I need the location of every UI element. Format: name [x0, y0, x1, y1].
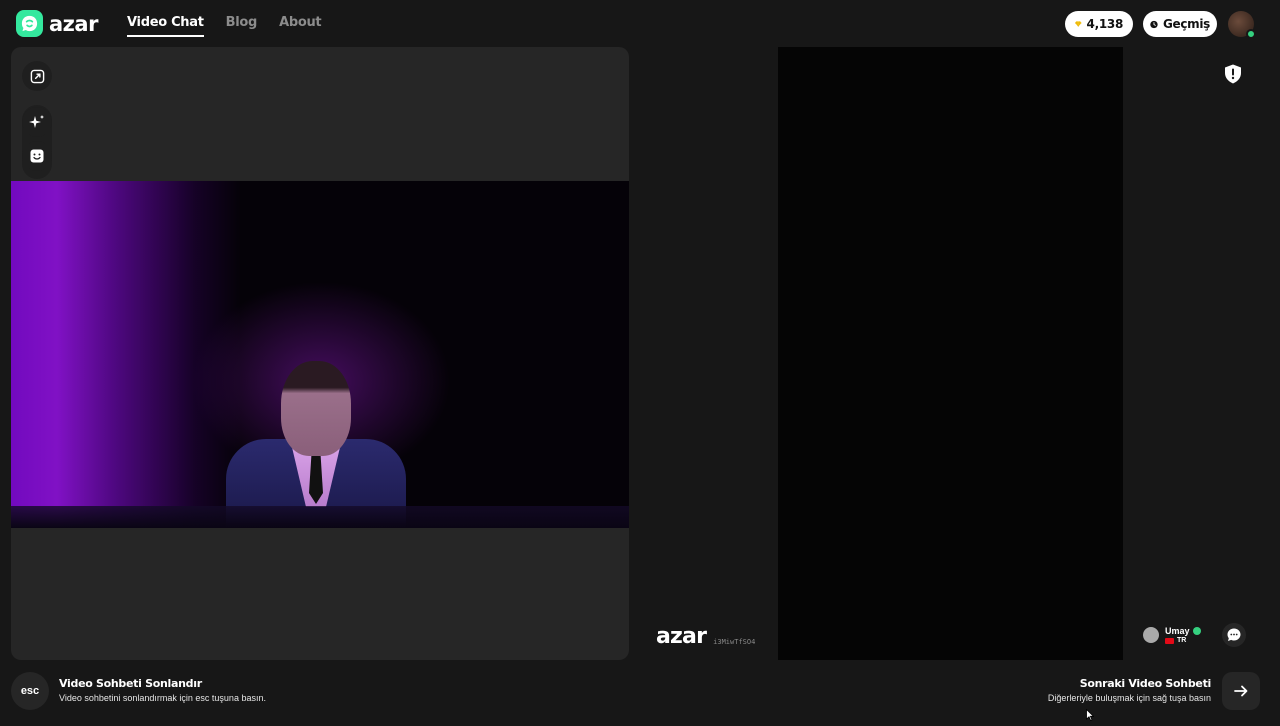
main-nav: Video Chat Blog About — [127, 15, 322, 37]
top-bar: azar Video Chat Blog About 4,138 Geçmiş — [0, 0, 1280, 47]
stickers-button[interactable] — [22, 141, 52, 171]
remote-watermark-logo: azar — [656, 624, 707, 649]
partner-name: Umay — [1165, 626, 1190, 636]
partner-country: TR — [1177, 637, 1187, 644]
clock-icon — [1150, 20, 1158, 28]
end-chat-hint: Video Sohbeti Sonlandır Video sohbetini … — [59, 677, 266, 703]
effects-toolbar — [22, 105, 52, 179]
gem-balance-button[interactable]: 4,138 — [1065, 11, 1133, 37]
partner-video-feed — [778, 47, 1123, 660]
end-chat-subtitle: Video sohbetini sonlandırmak için esc tu… — [59, 693, 266, 703]
next-chat-title: Sonraki Video Sohbeti — [1079, 677, 1212, 690]
verified-icon — [1192, 627, 1201, 635]
self-video-panel — [11, 47, 629, 660]
shield-alert-icon — [1225, 64, 1241, 84]
next-chat-button[interactable] — [1222, 672, 1260, 710]
turkey-flag-icon — [1165, 637, 1174, 644]
self-camera-feed — [11, 181, 629, 528]
desk — [11, 506, 629, 528]
notification-badge — [1246, 29, 1256, 39]
esc-key-button[interactable]: esc — [11, 672, 49, 710]
nav-blog[interactable]: Blog — [226, 15, 258, 37]
person-head — [281, 361, 351, 456]
remote-watermark: azar i3MiwTfSO4 — [656, 624, 755, 649]
mouse-cursor-icon — [1086, 708, 1095, 726]
partner-avatar — [1143, 627, 1159, 643]
chat-button[interactable] — [1222, 623, 1246, 647]
chat-bubble-icon — [1227, 628, 1241, 641]
nav-video-chat[interactable]: Video Chat — [127, 15, 204, 37]
user-avatar[interactable] — [1228, 11, 1256, 39]
end-chat-title: Video Sohbeti Sonlandır — [59, 677, 202, 690]
expand-icon — [30, 69, 44, 83]
azar-logo[interactable]: azar — [16, 10, 98, 37]
report-button[interactable] — [1224, 64, 1244, 86]
history-button[interactable]: Geçmiş — [1143, 11, 1217, 37]
gem-icon — [1075, 21, 1082, 28]
next-chat-hint: Sonraki Video Sohbeti Diğerleriyle buluş… — [1048, 677, 1211, 703]
effects-button[interactable] — [22, 107, 52, 137]
expand-button[interactable] — [22, 61, 52, 91]
nav-about[interactable]: About — [279, 15, 322, 37]
history-label: Geçmiş — [1162, 17, 1210, 31]
remote-session-id: i3MiwTfSO4 — [713, 638, 756, 646]
azar-logo-icon — [16, 10, 43, 37]
partner-info[interactable]: Umay TR — [1143, 622, 1211, 648]
arrow-right-icon — [1234, 685, 1248, 697]
gem-count: 4,138 — [1086, 17, 1124, 31]
next-chat-subtitle: Diğerleriyle buluşmak için sağ tuşa bası… — [1047, 693, 1211, 703]
azar-wordmark: azar — [49, 11, 98, 36]
sparkle-effects-icon — [29, 115, 44, 128]
sticker-face-icon — [30, 149, 44, 163]
